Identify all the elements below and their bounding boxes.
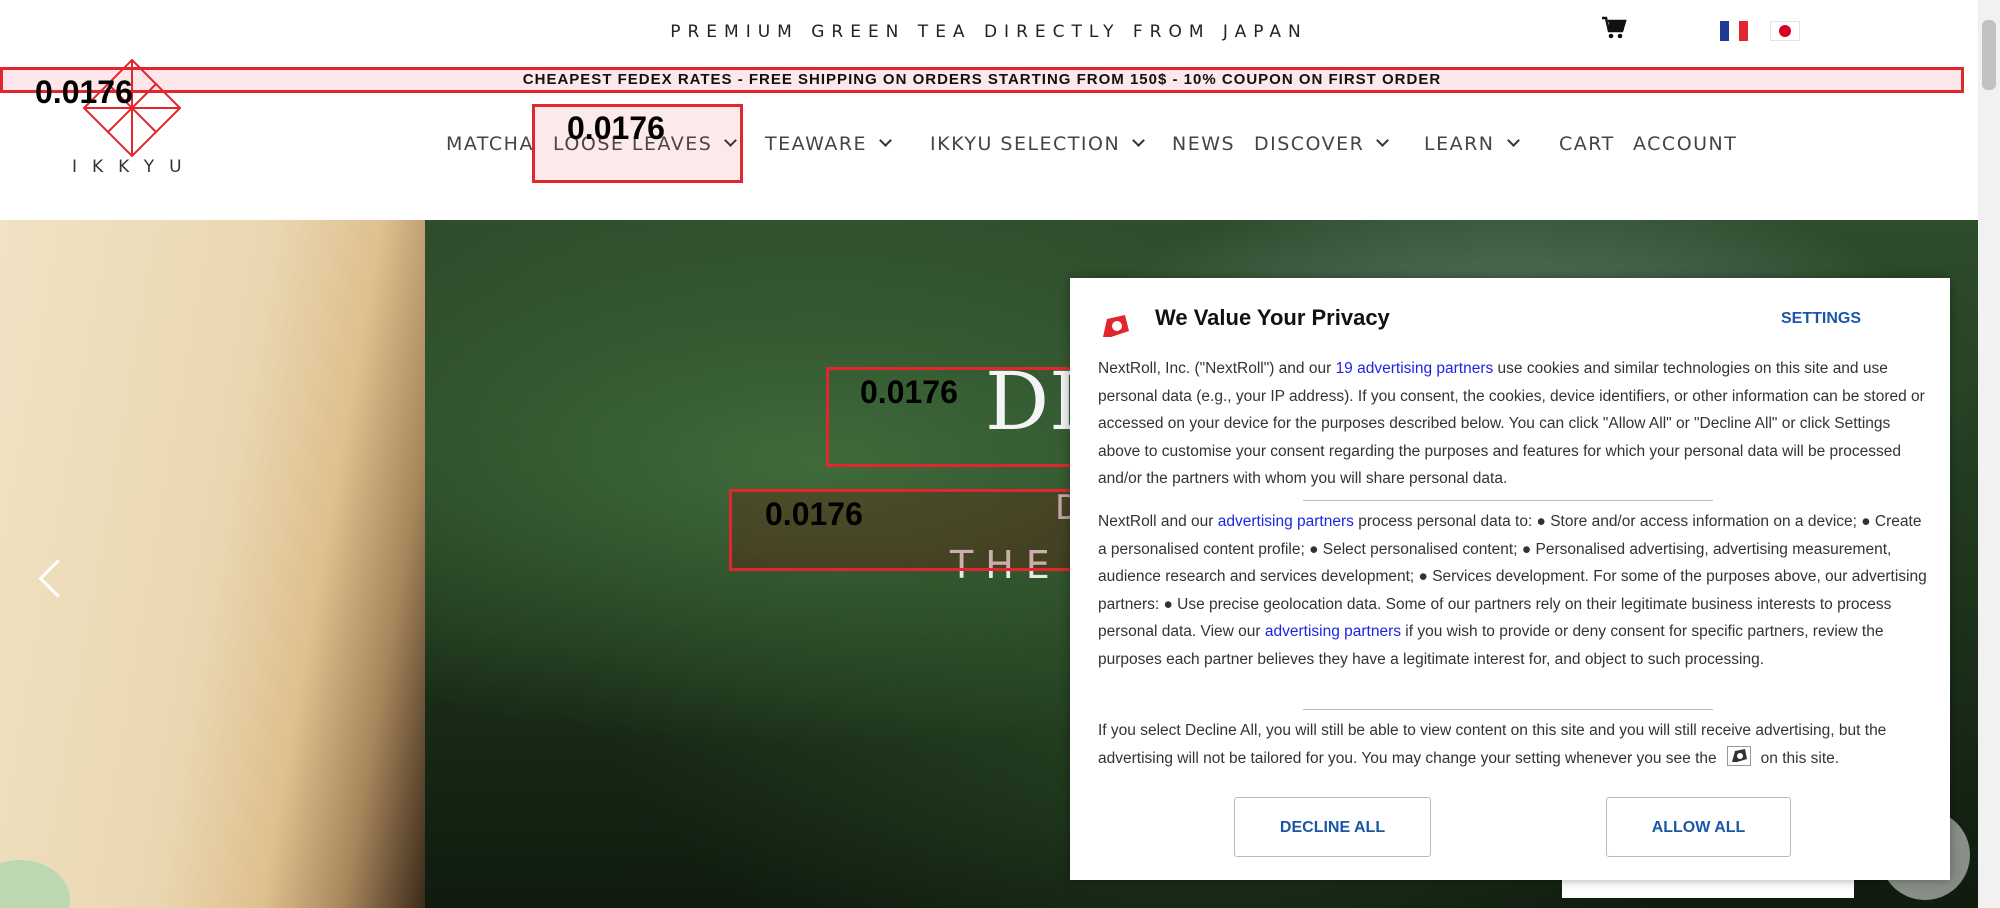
nav-account[interactable]: ACCOUNT [1633, 133, 1737, 155]
privacy-consent-modal: We Value Your Privacy SETTINGS NextRoll,… [1070, 278, 1950, 880]
tea-cup-shape [0, 860, 70, 908]
nav-label: CART [1559, 133, 1615, 155]
page-scrollbar[interactable] [1978, 0, 2000, 908]
nav-ikkyu-selection[interactable]: IKKYU SELECTION [930, 133, 1146, 155]
divider [1303, 500, 1713, 501]
consent-title: We Value Your Privacy [1155, 305, 1390, 330]
advertising-partners-link[interactable]: advertising partners [1218, 513, 1354, 530]
nav-learn[interactable]: LEARN [1424, 133, 1520, 155]
nextroll-logo-icon [1097, 313, 1131, 344]
chevron-down-icon [1376, 134, 1390, 147]
cart-icon[interactable] [1601, 15, 1627, 41]
nav-label: IKKYU SELECTION [930, 133, 1121, 155]
advertising-partners-link[interactable]: 19 advertising partners [1336, 360, 1494, 377]
allow-all-button[interactable]: ALLOW ALL [1606, 797, 1791, 857]
chevron-down-icon [1506, 134, 1520, 147]
chevron-down-icon [879, 134, 892, 147]
consent-paragraph-2: NextRoll and our advertising partners pr… [1098, 508, 1928, 673]
french-flag-icon[interactable] [1720, 21, 1748, 41]
p1-text: NextRoll, Inc. ("NextRoll") and our [1098, 360, 1336, 377]
nav-discover[interactable]: DISCOVER [1254, 133, 1390, 155]
nextroll-settings-icon[interactable] [1726, 746, 1751, 767]
score-label: 0.0176 [860, 374, 958, 410]
nav-label: ACCOUNT [1633, 133, 1738, 155]
scrollbar-thumb[interactable] [1982, 20, 1996, 90]
consent-paragraph-3: If you select Decline All, you will stil… [1098, 717, 1928, 772]
shipping-promo-bar[interactable]: CHEAPEST FEDEX RATES - FREE SHIPPING ON … [0, 67, 1964, 93]
logo-text: IKKYU [72, 157, 197, 177]
score-label: 0.0176 [35, 74, 133, 110]
p3-text: on this site. [1760, 749, 1840, 767]
top-bar: PREMIUM GREEN TEA DIRECTLY FROM JAPAN [0, 0, 1978, 64]
nav-label: NEWS [1172, 133, 1236, 155]
nav-label: MATCHA [446, 133, 534, 155]
settings-button[interactable]: SETTINGS [1781, 310, 1861, 328]
chevron-down-icon [1132, 134, 1146, 147]
japanese-flag-icon[interactable] [1770, 21, 1800, 41]
p2-text: NextRoll and our [1098, 513, 1218, 530]
nav-label: LEARN [1424, 133, 1495, 155]
p1-text: use cookies and similar technologies on … [1098, 360, 1925, 487]
decline-all-button[interactable]: DECLINE ALL [1234, 797, 1431, 857]
score-label: 0.0176 [765, 496, 863, 532]
nav-teaware[interactable]: TEAWARE [765, 133, 892, 155]
nav-matcha[interactable]: MATCHA [446, 133, 534, 155]
nav-news[interactable]: NEWS [1172, 133, 1235, 155]
consent-paragraph-1: NextRoll, Inc. ("NextRoll") and our 19 a… [1098, 355, 1928, 493]
advertising-partners-link[interactable]: advertising partners [1265, 623, 1401, 640]
score-label: 0.0176 [567, 110, 665, 146]
nav-label: TEAWARE [765, 133, 868, 155]
hero-side-image [0, 220, 425, 908]
nav-cart[interactable]: CART [1559, 133, 1615, 155]
nav-label: DISCOVER [1254, 133, 1365, 155]
divider [1303, 709, 1713, 710]
p2-text: process personal data to: ● Store and/or… [1098, 513, 1927, 640]
tagline: PREMIUM GREEN TEA DIRECTLY FROM JAPAN [670, 22, 1308, 42]
